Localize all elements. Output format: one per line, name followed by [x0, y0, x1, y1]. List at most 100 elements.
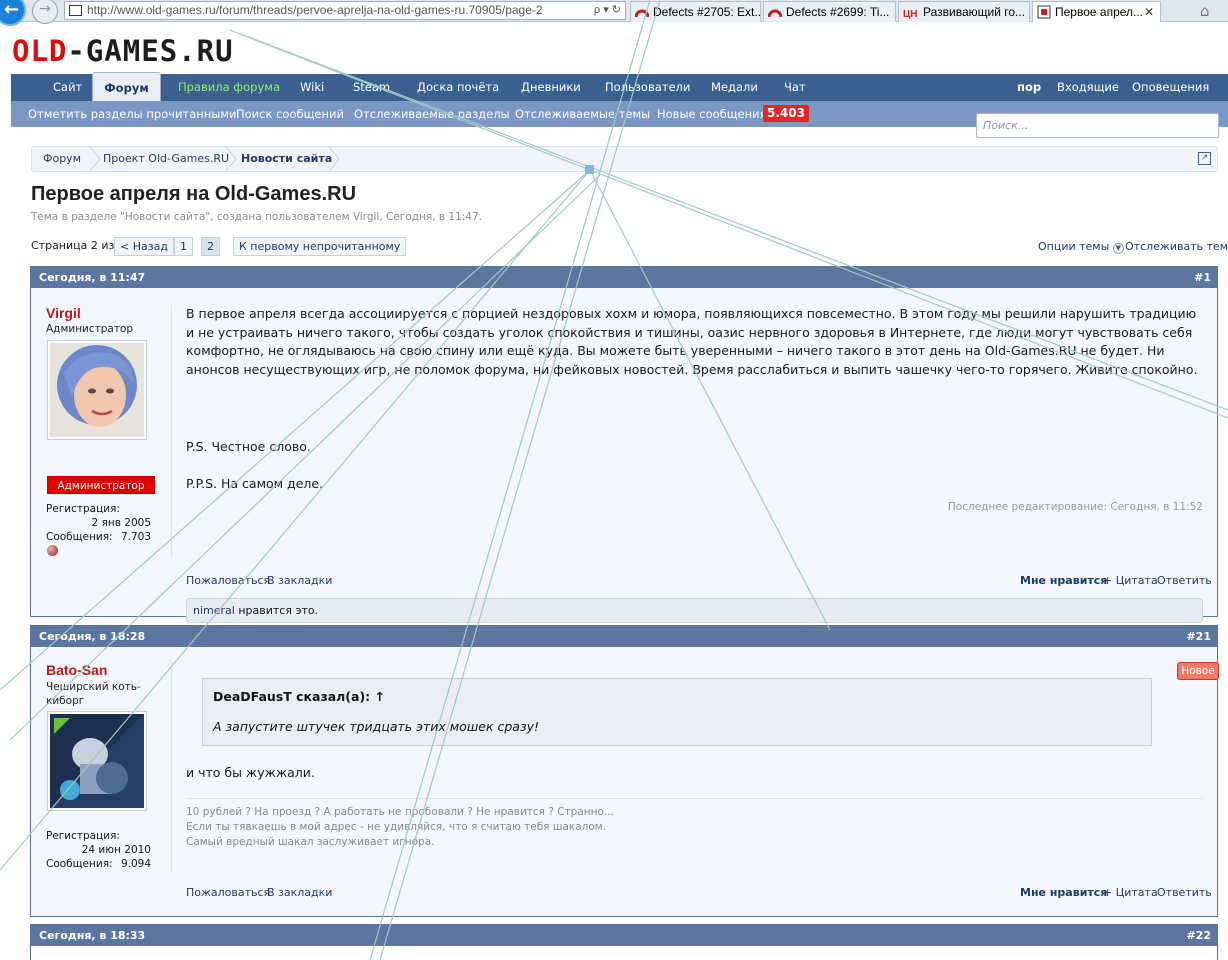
tab-defects-2705[interactable]: Defects #2705: Ext...: [630, 1, 761, 22]
redmine-icon: [635, 9, 649, 18]
prev-page-button[interactable]: < Назад: [114, 237, 174, 256]
new-posts-link[interactable]: Новые сообщения: [657, 101, 767, 127]
new-post-badge: Новое: [1177, 662, 1219, 680]
site-icon: ЦН: [903, 9, 918, 20]
nav-wiki[interactable]: Wiki: [300, 74, 324, 101]
back-arrow-icon: ←: [4, 0, 20, 20]
report-link[interactable]: Пожаловаться: [186, 886, 270, 899]
last-edit-note: Последнее редактирование: Сегодня, в 11:…: [947, 501, 1203, 513]
registration-date: 2 янв 2005: [91, 517, 151, 529]
watch-thread-link[interactable]: Отслеживать тему: [1125, 240, 1228, 253]
back-button[interactable]: ←: [0, 0, 26, 26]
breadcrumb-forum[interactable]: Форум: [32, 147, 81, 171]
breadcrumb-news[interactable]: Новости сайта: [230, 147, 332, 171]
first-unread-button[interactable]: К первому непрочитанному: [233, 237, 407, 256]
nav-inbox[interactable]: Входящие: [1057, 74, 1119, 101]
tab-developing[interactable]: ЦН Развивающий го...: [898, 1, 1030, 22]
nav-user-menu[interactable]: пор: [1017, 74, 1041, 101]
role-badge: Администратор: [47, 476, 155, 494]
breadcrumb-project[interactable]: Проект Old-Games.RU: [92, 147, 229, 171]
nav-medals[interactable]: Медали: [711, 74, 758, 101]
tab-defects-2699[interactable]: Defects #2699: Ti...: [763, 1, 896, 22]
signature-divider: [186, 798, 1203, 799]
registration-label: Регистрация:: [46, 503, 120, 515]
reply-button[interactable]: Ответить: [1157, 886, 1212, 899]
post-divider: [171, 662, 172, 872]
breadcrumb-arrow-icon: [328, 147, 340, 171]
nav-forum[interactable]: Форум: [92, 72, 161, 101]
user-title: Администратор: [46, 323, 134, 335]
post-22: Сегодня, в 18:33 #22: [30, 924, 1218, 960]
post-1: Сегодня, в 11:47 #1 Virgil Администратор…: [30, 266, 1218, 623]
post-date: Сегодня, в 18:33: [39, 929, 146, 942]
refresh-dropdown-icon[interactable]: ρ ▾ ↻: [594, 2, 621, 19]
posts-count: 9.094: [120, 858, 151, 870]
like-button[interactable]: Мне нравится: [1020, 574, 1107, 587]
search-posts-link[interactable]: Поиск сообщений: [236, 101, 344, 127]
nav-diaries[interactable]: Дневники: [521, 74, 581, 101]
nav-chat[interactable]: Чат: [784, 74, 806, 101]
quote-author[interactable]: DeaDFausT сказал(а): ↑: [213, 689, 385, 704]
search-input[interactable]: Поиск...: [976, 113, 1219, 138]
quote-button[interactable]: + Цитата: [1103, 574, 1158, 587]
quote-text: А запустите штучек тридцать этих мошек с…: [213, 719, 540, 734]
quote-button[interactable]: + Цитата: [1103, 886, 1158, 899]
page-1-button[interactable]: 1: [174, 237, 193, 256]
page-indicator: Страница 2 из 2: [31, 239, 125, 252]
page-favicon-icon: [69, 5, 82, 16]
post-number[interactable]: #1: [1194, 267, 1211, 288]
trophy-icon[interactable]: [47, 545, 58, 556]
nav-steam[interactable]: Steam: [353, 74, 390, 101]
avatar[interactable]: [47, 340, 147, 440]
post-body: Virgil Администратор Администратор Регис…: [31, 288, 1217, 623]
browser-toolbar: ← → http://www.old-games.ru/forum/thread…: [0, 0, 1228, 26]
post-date: Сегодня, в 18:28: [39, 630, 146, 643]
post-number[interactable]: #21: [1186, 626, 1211, 647]
post-header: Сегодня, в 18:33 #22: [31, 925, 1217, 946]
nav-rules[interactable]: Правила форума: [178, 74, 280, 101]
main-navigation: Сайт Форум Правила форума Wiki Steam Дос…: [11, 72, 1228, 101]
bookmark-link[interactable]: В закладки: [267, 574, 332, 587]
nav-users[interactable]: Пользователи: [605, 74, 690, 101]
nav-site[interactable]: Сайт: [53, 74, 82, 101]
quote-block: DeaDFausT сказал(а): ↑ А запустите штуче…: [202, 678, 1152, 746]
report-link[interactable]: Пожаловаться: [186, 574, 270, 587]
jump-to-icon[interactable]: ↗: [1198, 152, 1211, 165]
forward-arrow-icon: →: [39, 1, 51, 17]
post-date: Сегодня, в 11:47: [39, 271, 146, 284]
post-body: Bato-San Чеширский коть-киборг Регистрац…: [31, 647, 1219, 916]
forward-button[interactable]: →: [32, 0, 58, 24]
like-button[interactable]: Мне нравится: [1020, 886, 1107, 899]
address-bar[interactable]: http://www.old-games.ru/forum/threads/pe…: [64, 1, 626, 20]
post-author-name[interactable]: Virgil: [46, 305, 81, 321]
posts-count: 7.703: [120, 531, 151, 543]
watched-forums-link[interactable]: Отслеживаемые разделы: [354, 101, 510, 127]
bookmark-link[interactable]: В закладки: [267, 886, 332, 899]
mark-forums-read-link[interactable]: Отметить разделы прочитанными: [28, 101, 237, 127]
home-icon[interactable]: ⌂: [1200, 2, 1210, 20]
nav-honor-board[interactable]: Доска почёта: [417, 74, 499, 101]
site-logo[interactable]: OLD-GAMES.RU: [12, 34, 234, 68]
post-header: Сегодня, в 18:28 #21: [31, 626, 1217, 647]
post-number[interactable]: #22: [1186, 925, 1211, 946]
watched-threads-link[interactable]: Отслеживаемые темы: [515, 101, 650, 127]
signature-line-3: Самый вредный шакал заслуживает игнора.: [186, 836, 435, 848]
close-tab-icon[interactable]: ✕: [1144, 2, 1154, 22]
tab-active[interactable]: Первое апрел... ✕: [1032, 1, 1161, 22]
signature-line-1: 10 рублей ? На проезд ? А работать не пр…: [186, 806, 614, 818]
redmine-icon: [768, 9, 782, 18]
nav-alerts[interactable]: Оповещения: [1132, 74, 1209, 101]
page-title: Первое апреля на Old-Games.RU: [31, 183, 357, 205]
chevron-down-icon: ▼: [1112, 243, 1124, 254]
avatar-image: [50, 343, 144, 437]
avatar[interactable]: [47, 711, 147, 811]
page-2-button[interactable]: 2: [201, 237, 220, 256]
post-header: Сегодня, в 11:47 #1: [31, 267, 1217, 288]
new-posts-count-badge[interactable]: 5.403: [763, 105, 809, 122]
thread-options-link[interactable]: Опции темы ▼: [1038, 240, 1124, 254]
breadcrumb: Форум Проект Old-Games.RU Новости сайта …: [31, 146, 1218, 172]
signature-line-2: Если ты тявкаешь в мой адрес - не удивля…: [186, 821, 607, 833]
post-author-name[interactable]: Bato-San: [46, 662, 107, 678]
reply-button[interactable]: Ответить: [1157, 574, 1212, 587]
liker-link[interactable]: nimeral: [193, 604, 235, 617]
